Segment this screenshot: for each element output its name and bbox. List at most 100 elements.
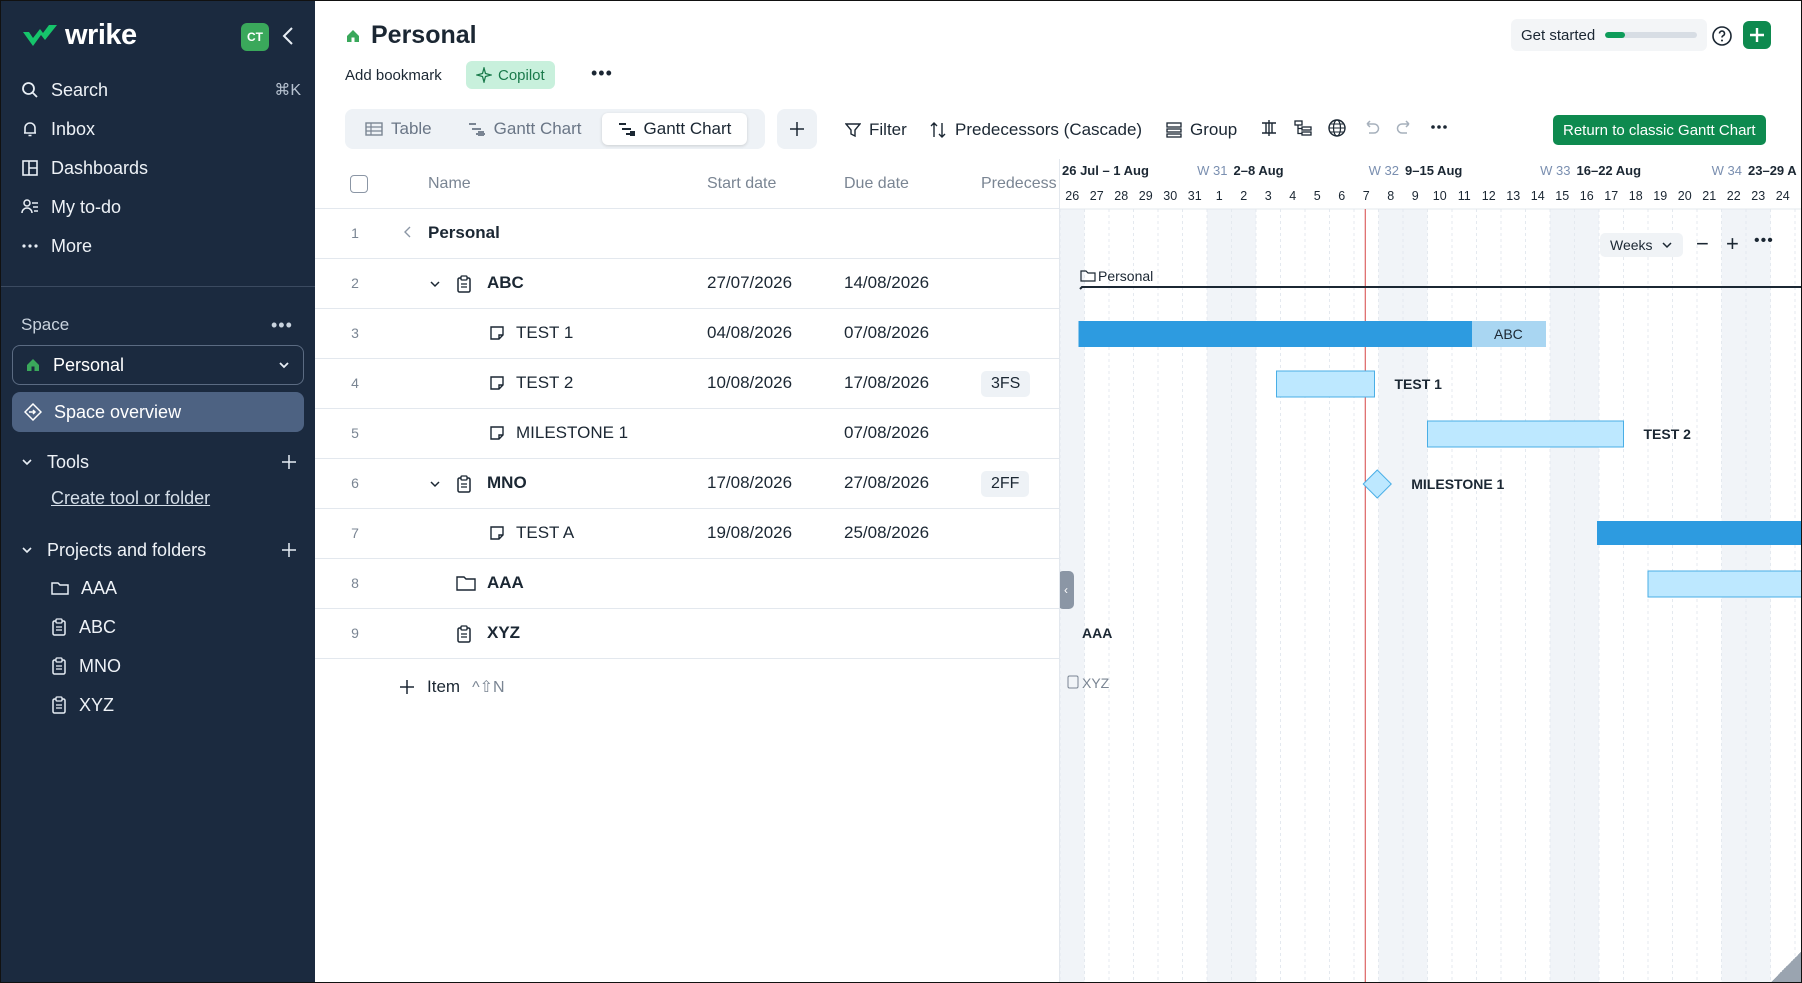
row-number: 6 xyxy=(351,475,359,491)
collapse-sidebar-icon[interactable] xyxy=(281,25,295,47)
tab-table[interactable]: Table xyxy=(349,113,448,145)
create-tool-link[interactable]: Create tool or folder xyxy=(51,488,210,509)
space-selector[interactable]: Personal xyxy=(12,345,304,385)
table-row[interactable]: 7 TEST A 19/08/2026 25/08/2026 xyxy=(315,509,1059,559)
week-range-label: 16–22 Aug xyxy=(1577,163,1642,178)
chevron-down-icon[interactable] xyxy=(429,478,441,490)
table-row[interactable]: 9 XYZ xyxy=(315,609,1059,659)
table-row[interactable]: 8 AAA xyxy=(315,559,1059,609)
add-project-icon[interactable] xyxy=(281,542,297,558)
column-header-predecessors[interactable]: Predecess xyxy=(981,175,1059,193)
create-new-button[interactable] xyxy=(1743,21,1771,49)
chevron-left-icon[interactable] xyxy=(403,225,413,239)
task-name[interactable]: TEST 1 xyxy=(516,323,573,343)
table-row[interactable]: 1 Personal xyxy=(315,209,1059,259)
select-all-checkbox[interactable] xyxy=(350,175,368,193)
table-row[interactable]: 6 MNO 17/08/2026 27/08/2026 2FF xyxy=(315,459,1059,509)
due-date[interactable]: 25/08/2026 xyxy=(844,523,929,543)
task-name[interactable]: AAA xyxy=(487,573,524,593)
gantt-icon xyxy=(618,123,635,136)
due-date[interactable]: 07/08/2026 xyxy=(844,423,929,443)
add-item-button[interactable]: Item ^⇧N xyxy=(399,677,505,697)
column-header-due-date[interactable]: Due date xyxy=(844,175,909,193)
nav-dashboards[interactable]: Dashboards xyxy=(21,150,301,186)
gantt-chart[interactable]: 26 Jul – 1 Aug W 31 2–8 Aug W 32 9–15 Aug W 3… xyxy=(1059,159,1801,982)
start-date[interactable]: 27/07/2026 xyxy=(707,273,792,293)
gantt-more-icon[interactable]: ••• xyxy=(1754,231,1774,251)
day-tick-label: 5 xyxy=(1314,189,1321,203)
help-icon[interactable] xyxy=(1711,25,1733,47)
toolbar-more-icon[interactable] xyxy=(1429,119,1449,135)
group-button[interactable]: Group xyxy=(1166,115,1237,145)
table-row[interactable]: 2 ABC 27/07/2026 14/08/2026 xyxy=(315,259,1059,309)
chevron-down-icon[interactable] xyxy=(429,278,441,290)
nav-more[interactable]: More xyxy=(21,228,301,264)
page-more-icon[interactable]: ••• xyxy=(591,63,613,84)
sidebar-item-abc[interactable]: ABC xyxy=(51,612,116,642)
avatar[interactable]: CT xyxy=(241,23,269,51)
add-view-button[interactable] xyxy=(777,109,817,149)
add-bookmark-button[interactable]: Add bookmark xyxy=(345,67,442,84)
predecessor-badge[interactable]: 2FF xyxy=(981,471,1030,497)
projects-section[interactable]: Projects and folders xyxy=(21,535,297,565)
task-name[interactable]: TEST A xyxy=(516,523,574,543)
tools-section[interactable]: Tools xyxy=(21,447,297,477)
hierarchy-icon[interactable] xyxy=(1293,118,1313,138)
task-name[interactable]: XYZ xyxy=(487,623,520,643)
split-handle[interactable]: ‹ xyxy=(1060,571,1074,609)
day-tick-label: 29 xyxy=(1139,189,1153,203)
nav-search[interactable]: Search ⌘K xyxy=(21,72,301,108)
task-name[interactable]: ABC xyxy=(487,273,524,293)
day-tick-label: 17 xyxy=(1604,189,1618,203)
start-date[interactable]: 19/08/2026 xyxy=(707,523,792,543)
globe-icon[interactable] xyxy=(1327,118,1347,138)
predecessors-button[interactable]: Predecessors (Cascade) xyxy=(929,115,1142,145)
predecessor-badge[interactable]: 3FS xyxy=(981,371,1031,397)
column-header-start-date[interactable]: Start date xyxy=(707,175,776,193)
table-row[interactable]: 5 MILESTONE 1 07/08/2026 xyxy=(315,409,1059,459)
task-name[interactable]: TEST 2 xyxy=(516,373,573,393)
wrike-logo[interactable]: wrike xyxy=(21,19,137,52)
filter-label: Filter xyxy=(869,120,907,139)
undo-icon[interactable] xyxy=(1361,118,1381,138)
sidebar-item-mno[interactable]: MNO xyxy=(51,651,121,681)
copilot-button[interactable]: Copilot xyxy=(466,61,555,89)
due-date[interactable]: 07/08/2026 xyxy=(844,323,929,343)
task-name[interactable]: MNO xyxy=(487,473,527,493)
task-name[interactable]: MILESTONE 1 xyxy=(516,423,628,443)
main-area: Personal Add bookmark Copilot ••• Get st… xyxy=(315,1,1801,982)
zoom-in-icon[interactable]: + xyxy=(1726,233,1739,255)
redo-icon[interactable] xyxy=(1395,118,1415,138)
return-classic-gantt-button[interactable]: Return to classic Gantt Chart xyxy=(1553,115,1766,145)
add-tool-icon[interactable] xyxy=(281,454,297,470)
due-date[interactable]: 27/08/2026 xyxy=(844,473,929,493)
aaa-bar-label: AAA xyxy=(1082,625,1112,641)
column-settings-icon[interactable] xyxy=(1259,118,1279,138)
space-more-icon[interactable]: ••• xyxy=(271,315,293,336)
timescale-select[interactable]: Weeks xyxy=(1600,233,1683,257)
filter-button[interactable]: Filter xyxy=(845,115,907,145)
nav-my-todo[interactable]: My to-do xyxy=(21,189,301,225)
resize-corner[interactable] xyxy=(1769,950,1801,982)
zoom-out-icon[interactable]: − xyxy=(1696,233,1709,255)
space-overview-item[interactable]: Space overview xyxy=(12,392,304,432)
start-date[interactable]: 04/08/2026 xyxy=(707,323,792,343)
start-date[interactable]: 10/08/2026 xyxy=(707,373,792,393)
table-row[interactable]: 4 TEST 2 10/08/2026 17/08/2026 3FS xyxy=(315,359,1059,409)
day-tick-label: 10 xyxy=(1433,189,1447,203)
column-header-name[interactable]: Name xyxy=(428,175,471,193)
project-icon xyxy=(457,475,471,493)
sidebar-item-xyz[interactable]: XYZ xyxy=(51,690,114,720)
nav-inbox[interactable]: Inbox xyxy=(21,111,301,147)
due-date[interactable]: 14/08/2026 xyxy=(844,273,929,293)
sidebar-item-aaa[interactable]: AAA xyxy=(51,573,117,603)
tab-gantt-chart-active[interactable]: Gantt Chart xyxy=(601,113,748,145)
row-number: 8 xyxy=(351,575,359,591)
tab-gantt-chart[interactable]: Gantt Chart xyxy=(452,113,598,145)
start-date[interactable]: 17/08/2026 xyxy=(707,473,792,493)
day-tick-label: 7 xyxy=(1363,189,1370,203)
due-date[interactable]: 17/08/2026 xyxy=(844,373,929,393)
get-started-button[interactable]: Get started xyxy=(1511,19,1708,51)
table-row[interactable]: 3 TEST 1 04/08/2026 07/08/2026 xyxy=(315,309,1059,359)
task-name[interactable]: Personal xyxy=(428,223,500,243)
